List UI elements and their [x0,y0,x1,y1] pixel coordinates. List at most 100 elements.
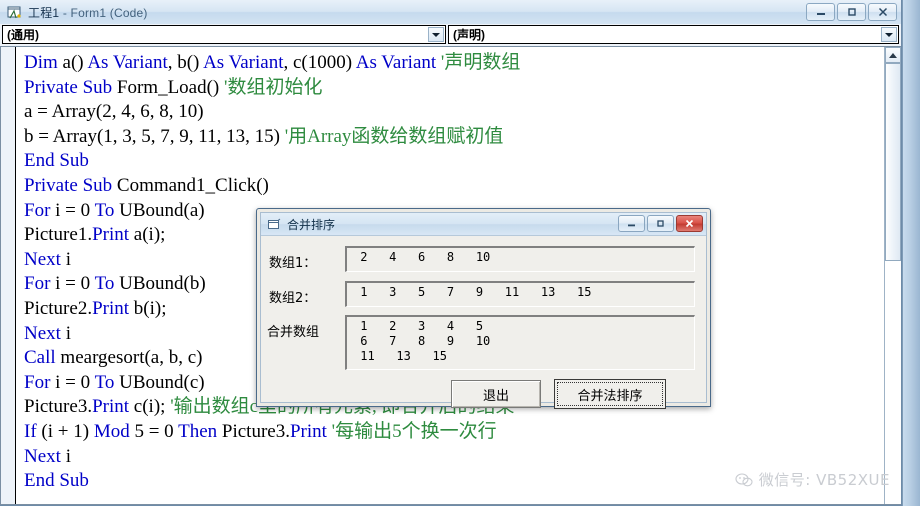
code-token: Picture2. [24,297,93,319]
code-line: Private Sub Form_Load() '数组初始化 [24,76,901,101]
code-token: Next [24,445,66,467]
dialog-minimize-button[interactable] [618,215,645,232]
close-button[interactable] [868,3,897,21]
code-token: i [65,322,71,344]
code-token: For [24,371,56,393]
array1-label: 数组1： [269,256,317,271]
dialog-inner: 合并排序 数组1： 2 4 6 8 10 数组2： 1 3 5 7 9 11 1… [260,212,707,409]
maximize-icon [847,8,856,16]
object-combo[interactable]: (通用) [2,25,446,44]
code-token: As Variant [203,52,284,73]
maximize-button[interactable] [837,3,866,21]
code-token: Dim [24,52,63,73]
code-token: Picture3. [24,396,93,418]
code-token: Next [24,322,66,344]
merge-sort-dialog[interactable]: 合并排序 数组1： 2 4 6 8 10 数组2： 1 3 5 7 9 11 1… [256,208,711,409]
code-token: a(i); [133,224,166,246]
window-title-form: Form1 (Code) [70,5,148,20]
code-line: End Sub [24,149,901,174]
code-token: (i + 1) [41,420,94,442]
code-token: i = 0 [55,273,95,295]
code-token: UBound(c) [119,371,205,393]
code-token: Form_Load() [116,76,225,98]
maximize-icon [657,220,664,227]
code-token: c(i); [133,396,171,418]
close-icon [878,7,887,17]
chevron-down-icon[interactable] [881,27,897,42]
code-token: meargesort(a, b, c) [60,347,203,369]
minimize-icon [816,13,825,15]
code-token: For [24,273,56,295]
code-token: Next [24,248,66,270]
array2-label: 数组2： [269,291,317,306]
dialog-window-controls [618,215,703,232]
code-token: End Sub [24,470,89,492]
code-token: Print [289,420,332,442]
scroll-up-icon[interactable] [885,47,901,63]
code-token: Private Sub [24,174,117,196]
close-icon [685,219,694,228]
code-token: To [94,273,120,295]
minimize-button[interactable] [806,3,835,21]
code-token: b = Array(1, 3, 5, 7, 9, 11, 13, 15) [24,125,285,147]
vb-code-window-icon [6,5,22,20]
code-token: '用Array函数给数组赋初值 [284,125,504,147]
code-token: Print [92,396,134,418]
minimize-icon [628,224,635,227]
code-selector-bar: (通用) (声明) [0,24,901,46]
code-vertical-scrollbar[interactable] [884,47,901,504]
scrollbar-track[interactable] [885,261,901,504]
procedure-combo[interactable]: (声明) [448,25,899,44]
code-line: Next i [24,445,901,470]
code-token: '数组初始化 [224,76,323,98]
watermark: 微信号: VB52XUE [735,469,890,490]
focus-ring [557,382,663,406]
wechat-icon [735,472,753,488]
dialog-close-button[interactable] [676,215,703,232]
array1-picturebox[interactable]: 2 4 6 8 10 [345,246,695,272]
dialog-body: 数组1： 2 4 6 8 10 数组2： 1 3 5 7 9 11 13 15 … [261,236,706,409]
code-token: End Sub [24,150,89,172]
screenshot-root: 工程1 - Form1 (Code) (通用) (声明) Dim a() As … [0,0,920,506]
code-token: '每输出5个换一次行 [331,420,497,442]
exit-button-label: 退出 [482,388,509,404]
code-token: i [65,445,71,467]
chevron-down-icon[interactable] [428,27,444,42]
code-token: UBound(a) [119,199,205,221]
code-token: Picture3. [221,420,290,442]
code-token: , c(1000) [283,52,356,73]
dialog-title: 合并排序 [287,217,336,232]
array2-picturebox[interactable]: 1 3 5 7 9 11 13 15 [345,281,695,307]
watermark-text: 微信号: VB52XUE [758,471,890,489]
code-token: i = 0 [55,199,95,221]
merged-array-picturebox[interactable]: 1 2 3 4 5 6 7 8 9 10 11 13 15 [345,315,695,370]
dialog-titlebar[interactable]: 合并排序 [261,213,706,236]
code-token: Print [92,224,134,246]
code-token: Command1_Click() [116,174,269,196]
code-margin-indicator-bar [1,47,16,504]
code-token: a = Array(2, 4, 6, 8, 10) [24,101,204,123]
exit-button[interactable]: 退出 [451,380,541,408]
code-token: If [24,420,42,442]
desktop-background-strip [902,0,920,506]
code-token: b(i); [133,297,167,319]
code-line: Dim a() As Variant, b() As Variant, c(10… [24,51,901,76]
code-token: i = 0 [55,371,95,393]
window-titlebar[interactable]: 工程1 - Form1 (Code) [0,0,901,24]
window-title: 工程1 - Form1 (Code) [28,4,148,21]
code-token: a() [62,52,88,73]
dialog-maximize-button[interactable] [647,215,674,232]
code-token: As Variant [355,52,441,73]
code-line: a = Array(2, 4, 6, 8, 10) [24,100,901,125]
code-token: Mod [93,420,135,442]
scrollbar-thumb[interactable] [885,63,901,261]
code-token: , b() [167,52,204,73]
window-controls [806,3,897,21]
code-token: To [94,199,120,221]
code-token: 5 = 0 [134,420,179,442]
merge-sort-button[interactable]: 合并法排序 [554,379,666,409]
procedure-combo-value: (声明) [453,28,485,42]
code-token: Then [178,420,222,442]
code-token: Print [92,297,134,319]
code-line: If (i + 1) Mod 5 = 0 Then Picture3.Print… [24,420,901,445]
